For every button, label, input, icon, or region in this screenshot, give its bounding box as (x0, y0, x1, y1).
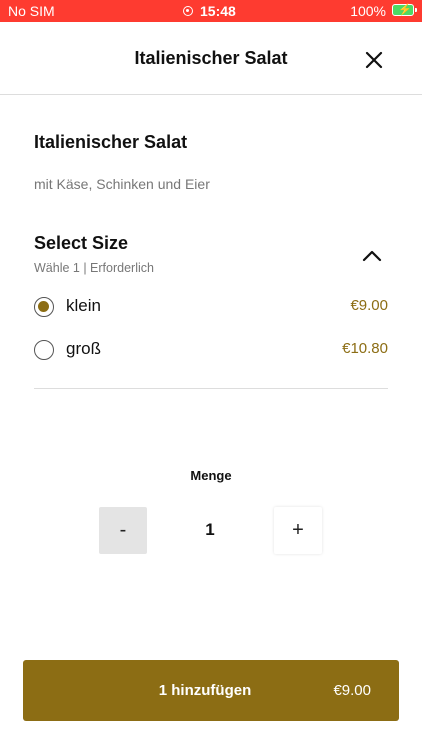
add-to-cart-button[interactable]: 1 hinzufügen €9.00 (23, 660, 399, 721)
size-option-klein[interactable]: klein €9.00 (34, 293, 388, 323)
radio-unselected-icon[interactable] (34, 340, 54, 360)
divider (34, 388, 388, 389)
size-option-label: klein (66, 296, 101, 315)
battery-percent: 100% (350, 3, 386, 19)
page-title: Italienischer Salat (134, 48, 288, 68)
battery-icon: ⚡ (392, 4, 417, 16)
size-option-label: groß (66, 339, 101, 358)
size-section-title: Select Size (34, 233, 129, 253)
add-button-label: 1 hinzufügen (158, 682, 252, 699)
clock-label: 15:48 (200, 3, 236, 19)
size-option-price: €10.80 (342, 340, 388, 357)
recording-icon (183, 6, 193, 16)
item-description: mit Käse, Schinken und Eier (34, 176, 210, 192)
quantity-value: 1 (205, 520, 215, 539)
size-option-price: €9.00 (350, 297, 388, 314)
status-bar: No SIM 15:48 100% ⚡ (0, 0, 422, 22)
radio-selected-icon[interactable] (34, 297, 54, 317)
item-title: Italienischer Salat (34, 132, 188, 152)
close-icon[interactable] (364, 50, 384, 70)
size-section-subtitle: Wähle 1 | Erforderlich (34, 261, 154, 275)
carrier-label: No SIM (8, 3, 55, 19)
modal-header: Italienischer Salat (0, 22, 422, 95)
add-button-price: €9.00 (333, 682, 371, 699)
size-option-gross[interactable]: groß €10.80 (34, 336, 388, 366)
decrease-quantity-button[interactable]: - (99, 507, 147, 554)
chevron-up-icon[interactable] (362, 250, 382, 262)
increase-quantity-button[interactable]: + (274, 507, 322, 554)
quantity-label: Menge (190, 468, 232, 483)
